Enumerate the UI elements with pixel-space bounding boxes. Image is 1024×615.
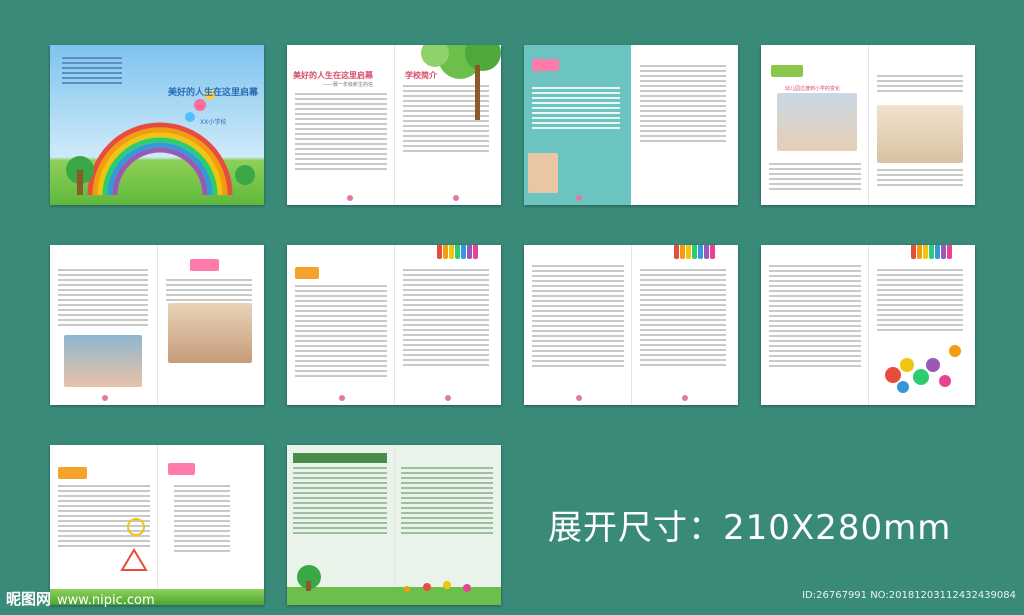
teal-panel-text <box>532 87 620 132</box>
page-number-dot <box>339 395 345 401</box>
canvas: { "cover": { "title": "美好的人生在这里启幕", "sch… <box>0 0 1024 615</box>
gutter <box>868 245 869 405</box>
section-tag <box>295 267 320 279</box>
section-tag <box>532 59 559 71</box>
page-number-dot <box>576 195 582 201</box>
balloons-illustration <box>885 345 961 393</box>
spread-page-2: 美好的人生在这里启幕 ——致一年级新生的信 学校简介 <box>287 45 501 205</box>
letter-body <box>295 93 387 173</box>
pencils-decoration <box>437 245 479 259</box>
right-body-top <box>877 75 963 95</box>
spread-page-5 <box>50 245 264 405</box>
page-number-dot <box>347 195 353 201</box>
page-number-dot <box>453 195 459 201</box>
watermark-url: www.nipic.com <box>57 593 155 608</box>
section-subtitle: 幼儿园过渡到小学的变化 <box>785 86 841 92</box>
cover-school: XX小学校 <box>200 119 227 126</box>
left-body <box>769 265 861 370</box>
spread-page-10 <box>287 445 501 605</box>
left-body <box>295 285 387 380</box>
child-photo <box>528 153 558 193</box>
gutter <box>868 45 869 205</box>
right-body <box>640 269 726 369</box>
page-number-dot <box>445 395 451 401</box>
gutter <box>631 245 632 405</box>
watermark-id: ID:26767991 NO:20181203112432439084 <box>802 590 1016 601</box>
section-tag <box>190 259 220 271</box>
page-number-dot <box>102 395 108 401</box>
meadow-illustration <box>287 565 501 605</box>
spread-page-4: 幼儿园过渡到小学的变化 <box>761 45 975 205</box>
gutter <box>394 245 395 405</box>
spread-cover: 美好的人生在这里启幕 XX小学校 <box>50 45 264 205</box>
classroom-photo <box>777 93 857 151</box>
spread-page-8 <box>761 245 975 405</box>
spread-page-3 <box>524 45 738 205</box>
left-body <box>769 163 861 193</box>
schedule-table <box>174 485 230 555</box>
playroom-photo <box>168 303 252 363</box>
gutter <box>157 445 158 605</box>
right-body-bottom <box>877 169 963 189</box>
left-body <box>532 265 624 370</box>
section-tag <box>771 65 803 77</box>
watermark-logo-text: 昵图网 <box>6 590 52 608</box>
letter-title: 美好的人生在这里启幕 <box>293 71 373 80</box>
spread-page-9 <box>50 445 264 605</box>
cover-text-lines <box>62 57 122 87</box>
pencils-decoration <box>911 245 953 259</box>
crayon-drawing <box>120 518 148 571</box>
tree-illustration <box>421 45 501 120</box>
right-table-rows <box>401 467 493 537</box>
left-table-rows <box>293 467 387 537</box>
right-body <box>166 279 252 304</box>
letter-subtitle: ——致一年级新生的信 <box>323 82 374 88</box>
section-tag <box>58 467 88 479</box>
gutter <box>157 245 158 405</box>
size-caption: 展开尺寸：210X280mm <box>548 508 952 548</box>
gutter <box>394 45 395 205</box>
spread-page-7 <box>524 245 738 405</box>
spread-page-6 <box>287 245 501 405</box>
teacher-photo <box>64 335 142 387</box>
right-column-text <box>640 65 726 145</box>
table-header <box>293 453 387 463</box>
page-number-dot <box>682 395 688 401</box>
cover-title: 美好的人生在这里启幕 <box>168 88 259 98</box>
pencils-decoration <box>674 245 716 259</box>
students-photo <box>877 105 963 163</box>
page-number-dot <box>576 395 582 401</box>
watermark-logo: 昵图网 www.nipic.com <box>6 588 155 609</box>
right-body <box>403 269 489 369</box>
section-tag <box>168 463 195 475</box>
left-body <box>58 269 148 329</box>
right-body <box>877 269 963 334</box>
